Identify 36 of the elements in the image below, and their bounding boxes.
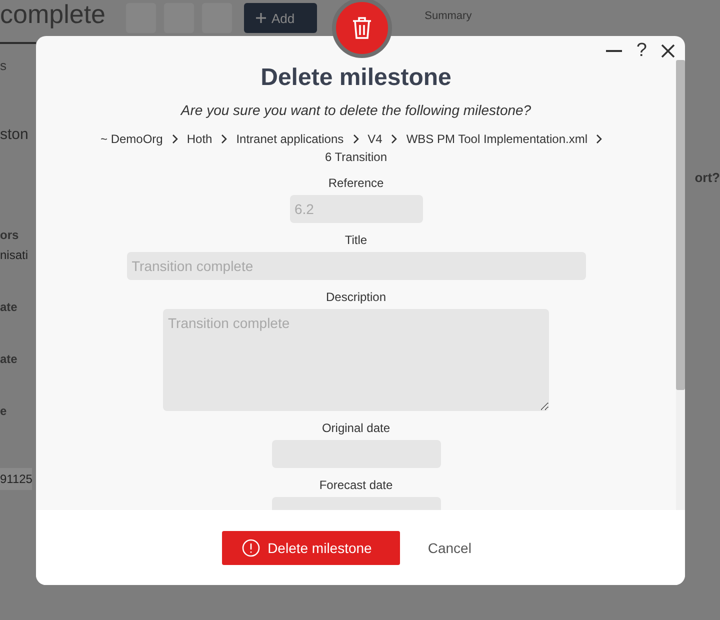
chevron-icon <box>596 134 602 144</box>
chevron-icon <box>221 134 228 144</box>
field-label: e <box>0 404 7 418</box>
breadcrumb-link[interactable]: 6 Transition <box>324 148 388 166</box>
cancel-button[interactable]: Cancel <box>424 536 476 560</box>
section-title: ston <box>0 126 28 145</box>
breadcrumb-link[interactable]: Hoth <box>186 130 212 148</box>
breadcrumb-link[interactable]: V4 <box>368 130 382 148</box>
field-label: ate <box>0 352 18 366</box>
breadcrumb-link[interactable]: WBS PM Tool Implementation.xml <box>406 130 588 148</box>
code-value: 91125 <box>0 468 32 490</box>
plus-icon <box>256 13 266 23</box>
field-label: ate <box>0 300 18 314</box>
alert-icon <box>242 538 260 556</box>
field-label: Reference <box>328 176 384 190</box>
field-label: ors <box>0 228 19 242</box>
page-title: complete <box>0 0 106 29</box>
breadcrumb-link[interactable]: Intranet applications <box>236 130 344 148</box>
side-question: ort? <box>694 170 720 186</box>
confirmation-question: Are you sure you want to delete the following milestone? <box>180 102 532 118</box>
chevron-icon <box>352 134 359 144</box>
field-label: Original date <box>322 421 390 435</box>
field-label: Description <box>326 290 386 304</box>
chevron-icon <box>172 134 178 144</box>
minus-icon <box>606 50 622 52</box>
dialog-title: Delete milestone <box>260 64 452 92</box>
add-button[interactable]: Add <box>244 3 317 33</box>
delete-milestone-button[interactable]: Delete milestone <box>222 530 400 564</box>
field-label: Title <box>344 233 368 247</box>
chevron-icon <box>391 134 398 144</box>
field-value: nisati <box>0 248 28 262</box>
field-label: Forecast date <box>319 478 393 492</box>
breadcrumb-link[interactable]: ~ DemoOrg <box>100 130 163 148</box>
scrollbar[interactable] <box>676 60 685 510</box>
scrollbar-thumb[interactable] <box>676 60 685 390</box>
help-button[interactable]: ? <box>634 39 649 63</box>
